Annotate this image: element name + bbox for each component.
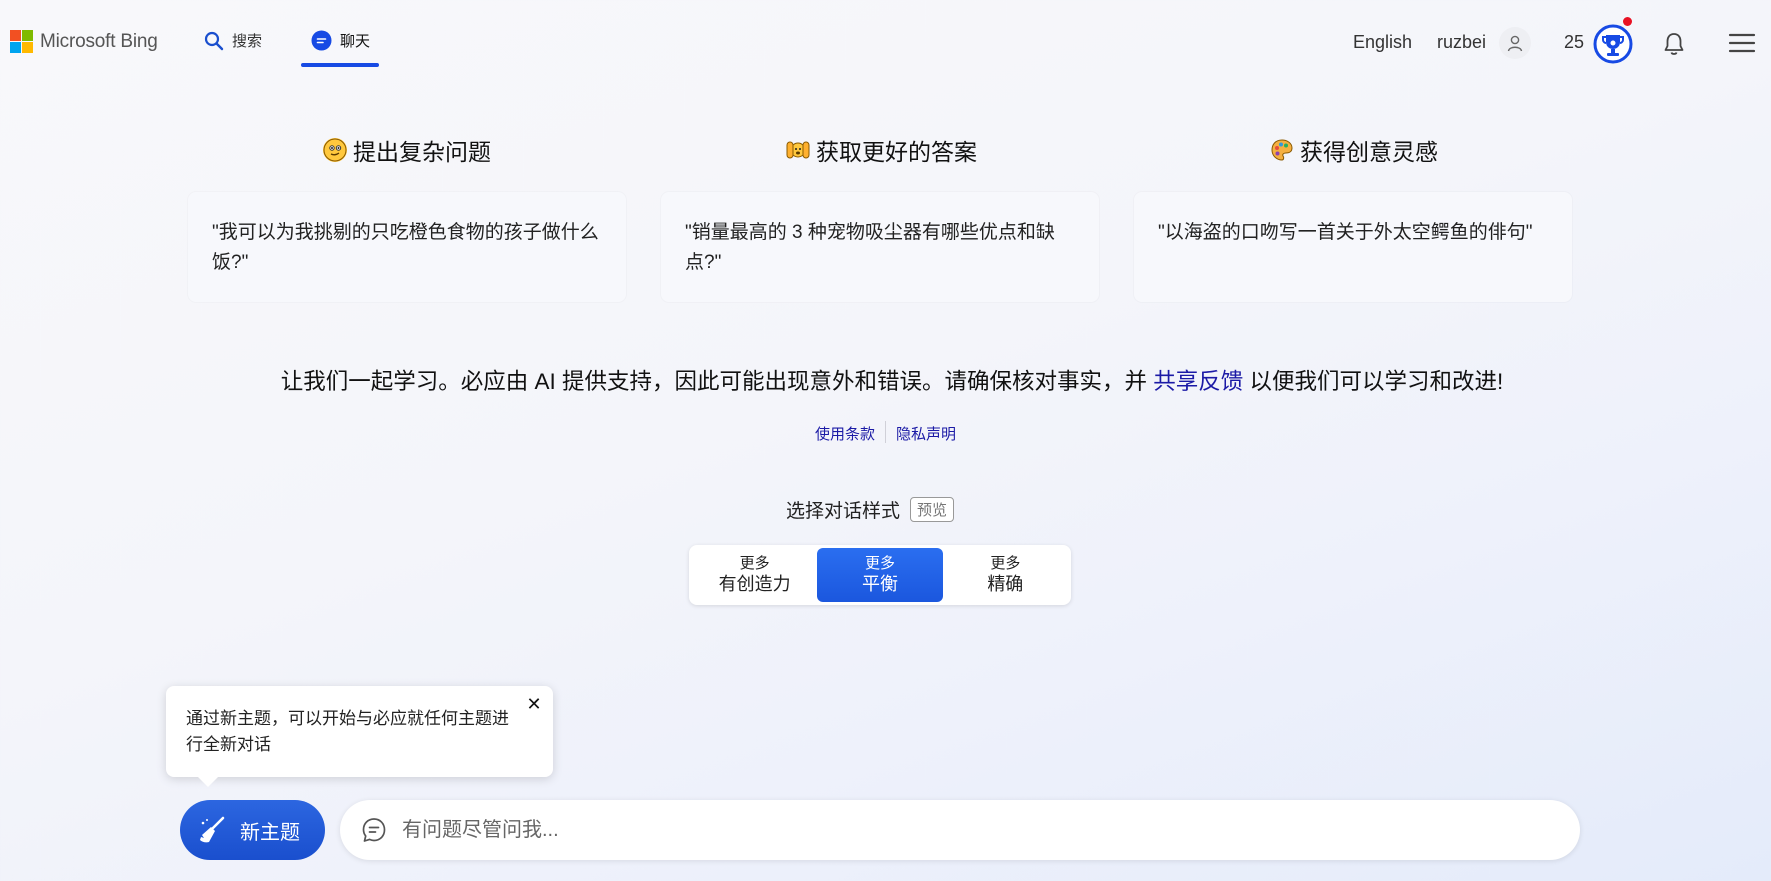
rewards-trophy-icon[interactable] — [1593, 17, 1633, 64]
language-switch[interactable]: English — [1353, 32, 1412, 53]
style-option-bottom: 平衡 — [861, 574, 898, 594]
privacy-statement-link[interactable]: 隐私声明 — [886, 423, 966, 444]
style-precise-button[interactable]: 更多 精确 — [943, 548, 1068, 602]
tab-chat[interactable]: 聊天 — [311, 30, 370, 51]
broom-icon — [200, 816, 225, 843]
tooltip-pointer — [196, 775, 220, 787]
menu-hamburger-icon[interactable] — [1728, 32, 1756, 59]
chat-bubble-icon — [362, 818, 386, 842]
tab-search[interactable]: 搜索 — [204, 30, 262, 51]
new-topic-label: 新主题 — [240, 821, 300, 844]
legal-links: 使用条款 隐私声明 — [0, 421, 1771, 444]
new-topic-button[interactable]: 新主题 — [180, 800, 325, 860]
search-icon — [204, 31, 224, 50]
example-card-creative-inspiration[interactable]: "以海盗的口吻写一首关于外太空鳄鱼的俳句" — [1134, 192, 1572, 302]
style-option-top: 更多 — [739, 555, 770, 572]
raised-hands-icon — [786, 138, 810, 162]
tooltip-text: 通过新主题，可以开始与必应就任何主题进行全新对话 — [186, 709, 509, 754]
bing-logo[interactable]: Microsoft Bing — [10, 30, 158, 53]
style-option-top: 更多 — [864, 555, 895, 572]
chat-composer — [340, 800, 1580, 860]
microsoft-logo-icon — [10, 30, 33, 53]
conversation-style-title: 选择对话样式 — [786, 501, 901, 522]
ai-disclaimer: 让我们一起学习。必应由 AI 提供支持，因此可能出现意外和错误。请确保核对事实，… — [0, 364, 1771, 396]
username[interactable]: ruzbei — [1437, 32, 1486, 53]
notifications-bell-icon[interactable] — [1662, 31, 1686, 62]
thinking-face-icon — [323, 138, 347, 162]
column-title-better-answers: 获取更好的答案 — [786, 133, 977, 167]
new-topic-tooltip: 通过新主题，可以开始与必应就任何主题进行全新对话 — [166, 686, 553, 777]
rewards-points[interactable]: 25 — [1564, 32, 1584, 53]
style-option-bottom: 有创造力 — [718, 574, 791, 594]
artist-palette-icon — [1270, 138, 1294, 162]
chat-input[interactable] — [402, 818, 1502, 842]
preview-badge: 预览 — [910, 497, 955, 522]
user-avatar-icon[interactable] — [1499, 27, 1531, 59]
column-title-text: 提出复杂问题 — [353, 139, 491, 165]
example-card-better-answers[interactable]: "销量最高的 3 种宠物吸尘器有哪些优点和缺点?" — [661, 192, 1099, 302]
disclaimer-text-after: 以便我们可以学习和改进! — [1243, 369, 1504, 394]
tab-chat-label: 聊天 — [340, 33, 371, 50]
conversation-style-label: 选择对话样式 预览 — [786, 496, 955, 523]
conversation-style-selector: 更多 有创造力 更多 平衡 更多 精确 — [689, 545, 1071, 605]
column-title-text: 获得创意灵感 — [1300, 139, 1438, 165]
active-tab-indicator — [301, 63, 379, 67]
chat-icon — [311, 30, 332, 51]
style-creative-button[interactable]: 更多 有创造力 — [692, 548, 817, 602]
notification-dot — [1623, 17, 1632, 26]
column-title-creative-inspiration: 获得创意灵感 — [1270, 133, 1438, 167]
style-option-top: 更多 — [990, 555, 1021, 572]
tab-search-label: 搜索 — [232, 33, 263, 50]
style-balanced-button[interactable]: 更多 平衡 — [817, 548, 943, 602]
brand-name: Microsoft Bing — [40, 30, 158, 52]
column-title-complex-questions: 提出复杂问题 — [323, 133, 491, 167]
share-feedback-link[interactable]: 共享反馈 — [1153, 369, 1243, 394]
example-card-complex-questions[interactable]: "我可以为我挑剔的只吃橙色食物的孩子做什么饭?" — [188, 192, 626, 302]
column-title-text: 获取更好的答案 — [816, 139, 977, 165]
terms-of-use-link[interactable]: 使用条款 — [805, 423, 885, 444]
tooltip-close-icon[interactable]: ✕ — [524, 694, 544, 714]
disclaimer-text-before: 让我们一起学习。必应由 AI 提供支持，因此可能出现意外和错误。请确保核对事实，… — [280, 369, 1154, 394]
style-option-bottom: 精确 — [987, 574, 1024, 594]
